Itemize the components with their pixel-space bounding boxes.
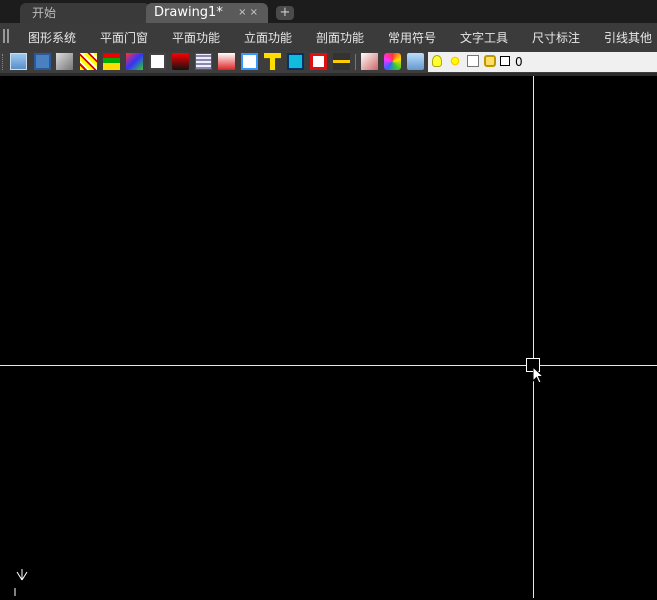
tab-start-label: 开始 bbox=[32, 6, 57, 20]
lisp-icon[interactable] bbox=[361, 53, 378, 70]
toolbar-separator bbox=[355, 54, 356, 70]
sun-icon[interactable] bbox=[449, 55, 461, 67]
toolbar-grip-icon[interactable] bbox=[2, 54, 6, 70]
menu-text-tools[interactable]: 文字工具 bbox=[460, 23, 508, 51]
layers-icon[interactable] bbox=[407, 53, 424, 70]
menu-plan-doors-windows[interactable]: 平面门窗 bbox=[100, 23, 148, 51]
insert-icon[interactable] bbox=[218, 53, 235, 70]
palette-icon[interactable] bbox=[384, 53, 401, 70]
menu-section-functions[interactable]: 剖面功能 bbox=[316, 23, 364, 51]
block-icon[interactable] bbox=[287, 53, 304, 70]
tab-start[interactable]: 开始 bbox=[20, 3, 150, 23]
menu-common-symbols[interactable]: 常用符号 bbox=[388, 23, 436, 51]
document-tab-bar: 开始 Drawing1* × × + bbox=[0, 0, 657, 23]
drawing-canvas[interactable] bbox=[0, 76, 657, 598]
tab-drawing1-label: Drawing1* bbox=[154, 5, 223, 20]
dimension-icon[interactable] bbox=[172, 53, 189, 70]
print-icon[interactable] bbox=[56, 53, 73, 70]
menu-leader-other[interactable]: 引线其他 bbox=[604, 23, 652, 51]
book-icon[interactable] bbox=[149, 53, 166, 70]
crosshair-vertical bbox=[533, 76, 534, 598]
pen-icon[interactable] bbox=[241, 53, 258, 70]
layer-name: 0 bbox=[515, 55, 523, 69]
color-swatch-icon bbox=[500, 56, 510, 66]
hatch-icon[interactable] bbox=[80, 53, 97, 70]
frame-icon[interactable] bbox=[310, 53, 327, 70]
mouse-pointer-icon bbox=[533, 367, 545, 384]
menu-graphics-system[interactable]: 图形系统 bbox=[28, 23, 76, 51]
lock-icon[interactable] bbox=[484, 55, 496, 67]
viewport-freeze-icon[interactable] bbox=[467, 55, 479, 67]
new-file-icon[interactable] bbox=[10, 53, 27, 70]
ruler-icon[interactable] bbox=[333, 53, 350, 70]
close-icon[interactable]: × × bbox=[238, 3, 258, 23]
grid-icon[interactable] bbox=[195, 53, 212, 70]
tab-drawing1[interactable]: Drawing1* × × bbox=[146, 3, 268, 23]
menu-plan-functions[interactable]: 平面功能 bbox=[172, 23, 220, 51]
text-t-icon[interactable] bbox=[264, 53, 281, 70]
menu-dimensions[interactable]: 尺寸标注 bbox=[532, 23, 580, 51]
layer-dropdown[interactable]: 0 bbox=[428, 52, 657, 72]
save-icon[interactable] bbox=[34, 53, 51, 70]
toolbar: 0 bbox=[0, 51, 657, 73]
add-tab-button[interactable]: + bbox=[276, 6, 294, 20]
menu-bar: 图形系统 平面门窗 平面功能 立面功能 剖面功能 常用符号 文字工具 尺寸标注 … bbox=[0, 23, 657, 52]
layer-stack-icon[interactable] bbox=[103, 53, 120, 70]
toolbar-grip-icon[interactable] bbox=[3, 29, 9, 43]
crosshair-horizontal bbox=[0, 365, 657, 366]
menu-elevation-functions[interactable]: 立面功能 bbox=[244, 23, 292, 51]
ucs-icon bbox=[10, 566, 34, 600]
layer-color-icon[interactable] bbox=[126, 53, 143, 70]
lightbulb-icon[interactable] bbox=[432, 55, 442, 67]
